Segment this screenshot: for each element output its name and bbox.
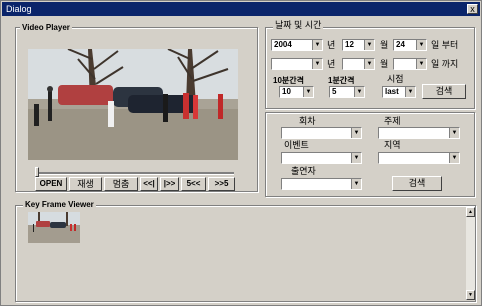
from-day-combo[interactable]: 24 ▼: [393, 39, 427, 51]
to-day-combo[interactable]: ▼: [393, 58, 427, 70]
play-button[interactable]: 재생: [69, 177, 102, 191]
to-month-combo[interactable]: ▼: [342, 58, 375, 70]
time-point-value: last: [385, 87, 399, 96]
performer-combo[interactable]: ▼: [281, 178, 362, 190]
to-day-unit: 일 까지: [431, 59, 459, 69]
from-year-value: 2004: [274, 40, 292, 49]
performer-label: 출연자: [291, 166, 316, 176]
chevron-down-icon: ▼: [416, 59, 426, 69]
chevron-down-icon: ▼: [416, 40, 426, 50]
from-month-combo[interactable]: 12 ▼: [342, 39, 375, 51]
interval1-combo[interactable]: 5 ▼: [329, 86, 365, 98]
stop-button[interactable]: 멈춤: [104, 177, 138, 191]
chevron-down-icon: ▼: [351, 128, 361, 138]
seek-track[interactable]: [35, 172, 234, 175]
from-month-value: 12: [345, 40, 354, 49]
chevron-down-icon: ▼: [364, 59, 374, 69]
interval10-label: 10분간격: [273, 76, 304, 85]
chevron-down-icon: ▼: [449, 128, 459, 138]
chevron-down-icon: ▼: [312, 59, 322, 69]
time-point-combo[interactable]: last ▼: [382, 86, 416, 98]
region-label: 지역: [384, 140, 401, 150]
chevron-down-icon: ▼: [351, 153, 361, 163]
key-frame-viewer-group: [15, 205, 476, 302]
date-search-button[interactable]: 검색: [422, 84, 466, 99]
subject-combo[interactable]: ▼: [378, 127, 460, 139]
open-button[interactable]: OPEN: [35, 177, 67, 191]
subject-label: 주제: [384, 116, 401, 126]
chevron-down-icon: ▼: [364, 40, 374, 50]
round-combo[interactable]: ▼: [281, 127, 362, 139]
scroll-down-icon[interactable]: ▼: [466, 290, 475, 300]
event-combo[interactable]: ▼: [281, 152, 362, 164]
interval1-value: 5: [332, 87, 337, 96]
chevron-down-icon: ▼: [354, 87, 364, 97]
close-icon: x: [470, 4, 475, 14]
next-button[interactable]: |>>: [160, 177, 179, 191]
title-bar: Dialog x: [2, 2, 480, 16]
back5-button[interactable]: 5<<: [181, 177, 206, 191]
round-label: 회차: [299, 116, 316, 126]
forward5-button[interactable]: >>5: [208, 177, 235, 191]
to-year-unit: 년: [327, 59, 336, 69]
time-point-label: 시점: [387, 74, 404, 84]
chevron-down-icon: ▼: [351, 179, 361, 189]
chevron-down-icon: ▼: [312, 40, 322, 50]
close-button[interactable]: x: [467, 4, 478, 14]
key-frame-viewer-title: Key Frame Viewer: [23, 200, 96, 209]
key-frame-thumbnail[interactable]: [28, 212, 80, 243]
date-time-title: 날짜 및 시간: [273, 20, 324, 30]
chevron-down-icon: ▼: [449, 153, 459, 163]
key-frame-scrollbar[interactable]: ▲ ▼: [466, 207, 475, 300]
interval10-value: 10: [282, 87, 291, 96]
dialog-window: Dialog x Video Player OPEN 재생 멈춤 <<| |>>…: [0, 0, 482, 306]
event-label: 이벤트: [284, 140, 309, 150]
seek-thumb[interactable]: [35, 167, 39, 177]
key-frame-image: [28, 212, 80, 243]
video-scene: [28, 49, 238, 160]
interval1-label: 1분간격: [328, 76, 355, 85]
from-day-unit: 일 부터: [431, 40, 459, 50]
from-year-unit: 년: [327, 40, 336, 50]
from-month-unit: 월: [380, 40, 389, 50]
video-frame[interactable]: [28, 49, 238, 160]
to-month-unit: 월: [380, 59, 389, 69]
to-year-combo[interactable]: ▼: [271, 58, 323, 70]
window-title: Dialog: [6, 4, 32, 14]
video-player-title: Video Player: [20, 23, 72, 32]
interval10-combo[interactable]: 10 ▼: [279, 86, 314, 98]
filter-search-button[interactable]: 검색: [392, 176, 442, 191]
chevron-down-icon: ▼: [405, 87, 415, 97]
scroll-up-icon[interactable]: ▲: [466, 207, 475, 217]
from-year-combo[interactable]: 2004 ▼: [271, 39, 323, 51]
chevron-down-icon: ▼: [303, 87, 313, 97]
prev-button[interactable]: <<|: [140, 177, 158, 191]
region-combo[interactable]: ▼: [378, 152, 460, 164]
from-day-value: 24: [396, 40, 405, 49]
